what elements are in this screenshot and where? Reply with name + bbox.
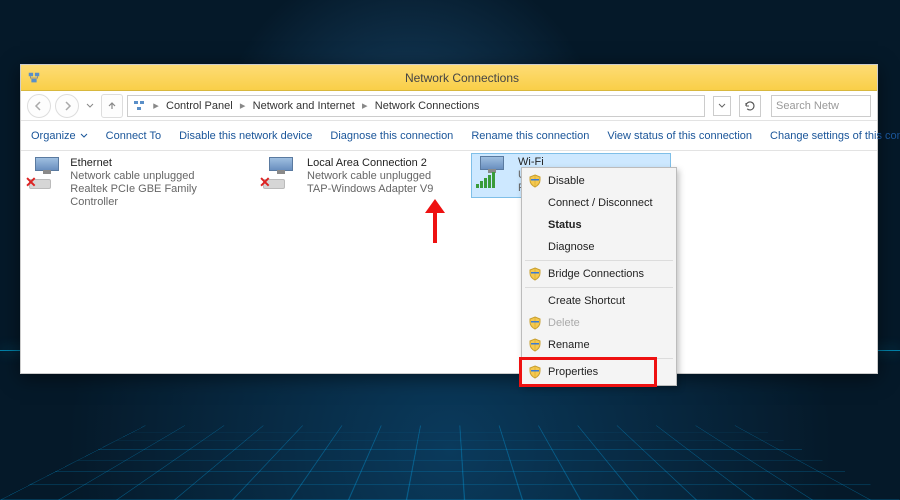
unplugged-icon: ✕: [25, 174, 37, 191]
shield-icon: [528, 240, 542, 254]
menu-item-label: Bridge Connections: [548, 268, 644, 280]
chevron-down-icon: [80, 133, 88, 138]
menu-separator: [525, 287, 673, 288]
menu-item-status[interactable]: Status: [524, 214, 674, 236]
refresh-button[interactable]: [739, 95, 761, 117]
menu-item-label: Diagnose: [548, 241, 594, 253]
chevron-right-icon[interactable]: ▸: [239, 99, 247, 112]
chevron-right-icon[interactable]: ▸: [152, 99, 160, 112]
menu-item-delete: Delete: [524, 312, 674, 334]
adapter-lan2[interactable]: ✕ Local Area Connection 2 Network cable …: [261, 155, 471, 198]
chevron-right-icon[interactable]: ▸: [361, 99, 369, 112]
menu-item-label: Rename: [548, 339, 590, 351]
back-button[interactable]: [27, 94, 51, 118]
forward-button[interactable]: [55, 94, 79, 118]
recent-locations-dropdown[interactable]: [83, 95, 97, 117]
context-menu: Disable Connect / Disconnect Status Diagnos…: [521, 167, 677, 386]
adapter-status: Network cable unplugged: [307, 170, 433, 183]
toolbar-change-settings[interactable]: Change settings of this connection: [770, 130, 900, 142]
menu-item-diagnose[interactable]: Diagnose: [524, 236, 674, 258]
search-input[interactable]: Search Netw: [771, 95, 871, 117]
search-placeholder: Search Netw: [776, 100, 839, 112]
menu-item-label: Status: [548, 219, 582, 231]
wifi-adapter-icon: [474, 156, 512, 188]
shield-icon: [528, 365, 542, 379]
adapter-status: Network cable unplugged: [70, 170, 235, 183]
organize-menu[interactable]: Organize: [31, 130, 88, 142]
breadcrumb-item[interactable]: Control Panel: [166, 100, 233, 112]
shield-icon: [528, 294, 542, 308]
adapter-device: TAP-Windows Adapter V9: [307, 183, 433, 196]
menu-item-disable[interactable]: Disable: [524, 170, 674, 192]
shield-icon: [528, 196, 542, 210]
nav-bar: ▸ Control Panel ▸ Network and Internet ▸…: [21, 91, 877, 121]
shield-icon: [528, 316, 542, 330]
shield-icon: [528, 338, 542, 352]
menu-item-create-shortcut[interactable]: Create Shortcut: [524, 290, 674, 312]
address-bar[interactable]: ▸ Control Panel ▸ Network and Internet ▸…: [127, 95, 705, 117]
menu-separator: [525, 260, 673, 261]
titlebar[interactable]: Network Connections: [21, 65, 877, 91]
menu-item-label: Create Shortcut: [548, 295, 625, 307]
unplugged-icon: ✕: [259, 174, 271, 191]
menu-item-label: Delete: [548, 317, 580, 329]
toolbar-view-status[interactable]: View status of this connection: [607, 130, 752, 142]
adapter-device: Realtek PCIe GBE Family Controller: [70, 183, 235, 209]
toolbar-disable[interactable]: Disable this network device: [179, 130, 312, 142]
annotation-arrow: [425, 199, 445, 243]
network-adapter-icon: ✕: [263, 157, 301, 189]
adapter-name: Local Area Connection 2: [307, 157, 433, 170]
background-grid: [0, 425, 900, 500]
toolbar-rename[interactable]: Rename this connection: [471, 130, 589, 142]
menu-item-label: Connect / Disconnect: [548, 197, 653, 209]
toolbar-connect-to[interactable]: Connect To: [106, 130, 161, 142]
menu-item-bridge-connections[interactable]: Bridge Connections: [524, 263, 674, 285]
toolbar-diagnose[interactable]: Diagnose this connection: [330, 130, 453, 142]
menu-item-connect-disconnect[interactable]: Connect / Disconnect: [524, 192, 674, 214]
menu-item-label: Disable: [548, 175, 585, 187]
address-icon: [132, 99, 146, 113]
window-title: Network Connections: [47, 71, 877, 85]
command-bar: Organize Connect To Disable this network…: [21, 121, 877, 151]
content-area[interactable]: ✕ Ethernet Network cable unplugged Realt…: [21, 151, 877, 373]
organize-label: Organize: [31, 130, 76, 142]
adapter-name: Ethernet: [70, 157, 235, 170]
app-icon: [27, 71, 41, 85]
up-button[interactable]: [101, 94, 123, 118]
shield-icon: [528, 174, 542, 188]
menu-item-properties[interactable]: Properties: [524, 361, 674, 383]
menu-item-rename[interactable]: Rename: [524, 334, 674, 356]
shield-icon: [528, 267, 542, 281]
network-adapter-icon: ✕: [29, 157, 64, 189]
menu-item-label: Properties: [548, 366, 598, 378]
shield-icon: [528, 218, 542, 232]
wifi-signal-icon: [476, 172, 495, 188]
breadcrumb-item[interactable]: Network and Internet: [253, 100, 355, 112]
adapter-ethernet[interactable]: ✕ Ethernet Network cable unplugged Realt…: [27, 155, 237, 211]
address-dropdown[interactable]: [713, 96, 731, 116]
breadcrumb-item[interactable]: Network Connections: [375, 100, 480, 112]
explorer-window: Network Connections ▸ Control Panel ▸ Ne…: [20, 64, 878, 374]
menu-separator: [525, 358, 673, 359]
